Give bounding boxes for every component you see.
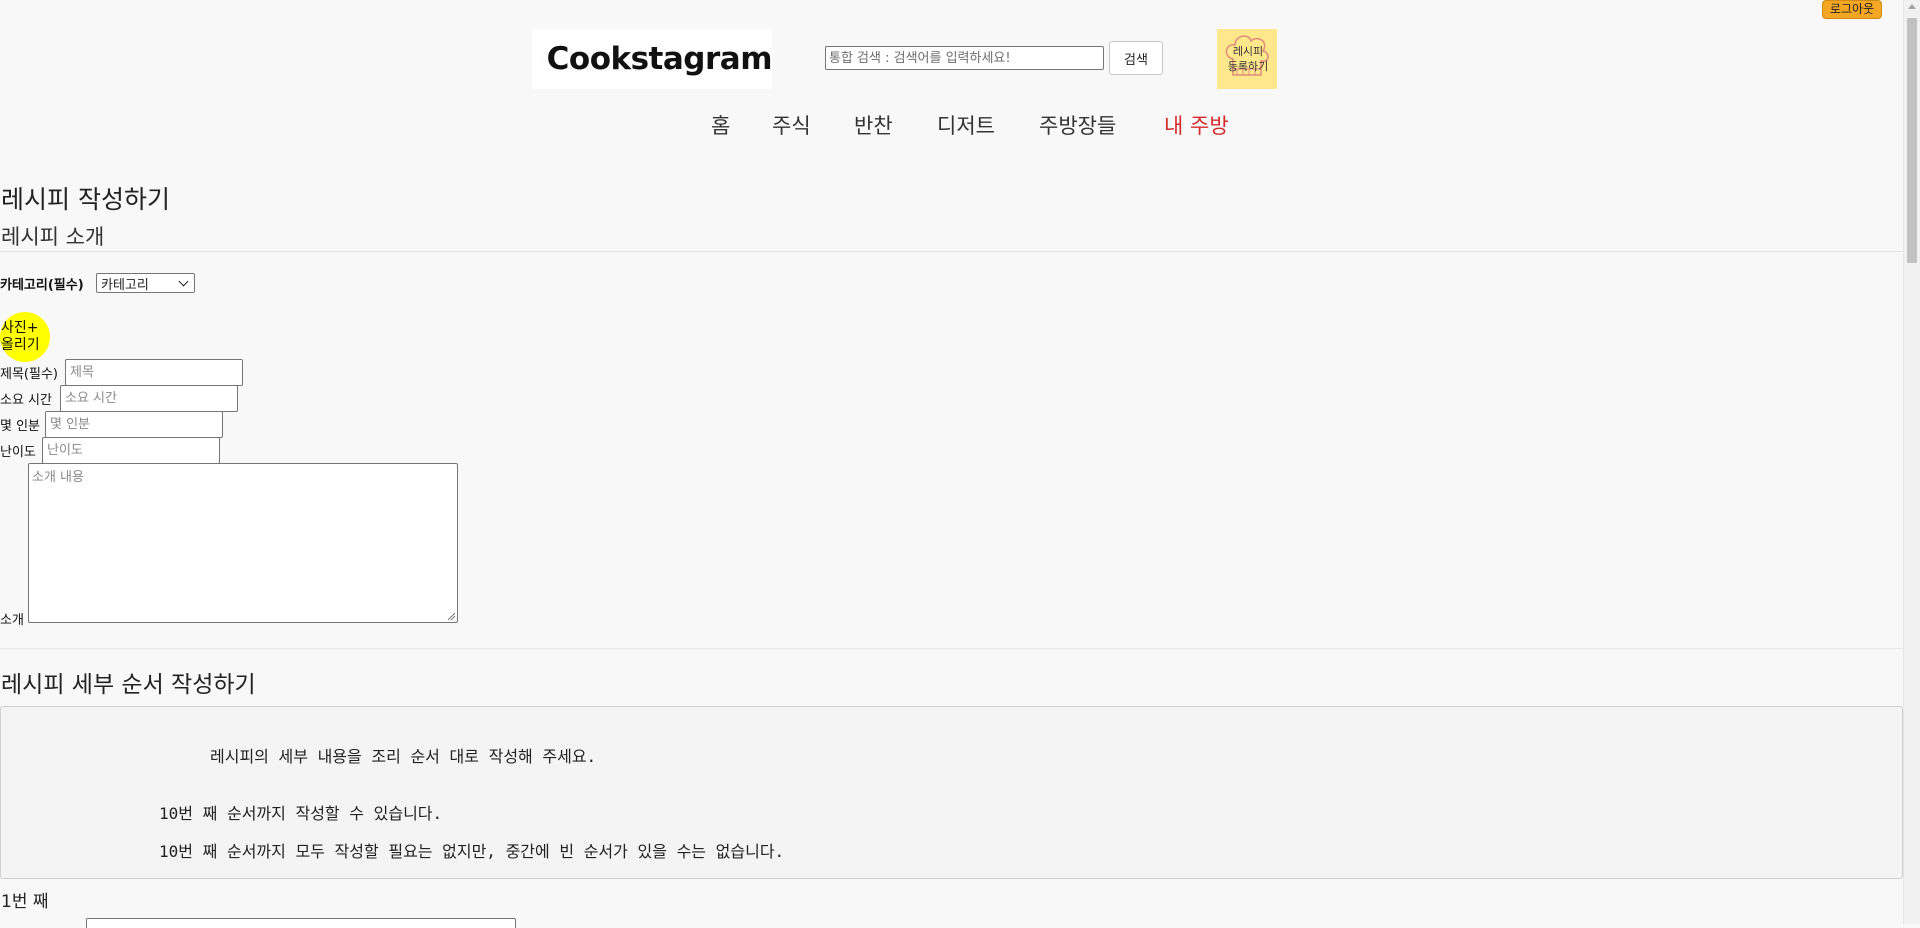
step-1-label: 1번 째 — [1, 887, 49, 912]
register-recipe-button[interactable]: 레시피 등록하기 — [1217, 29, 1277, 89]
step-1-input[interactable] — [86, 918, 516, 928]
nav-item-my-kitchen[interactable]: 내 주방 — [1164, 110, 1229, 140]
fork-spoon-icon — [542, 36, 543, 82]
intro-label: 소개 — [0, 609, 24, 628]
divider — [0, 648, 1903, 649]
difficulty-label: 난이도 — [0, 441, 36, 460]
chevron-down-icon — [179, 276, 189, 286]
search-button[interactable]: 검색 — [1109, 41, 1163, 75]
logo[interactable]: Cookstagram — [532, 29, 772, 89]
register-recipe-label: 레시피 등록하기 — [1221, 44, 1275, 74]
category-label: 카테고리(필수) — [0, 274, 84, 293]
intro-textarea[interactable] — [28, 463, 458, 623]
main-nav: 홈 주식 반찬 디저트 주방장들 내 주방 — [0, 110, 1920, 140]
title-label: 제목(필수) — [0, 363, 58, 382]
servings-label: 몇 인분 — [0, 415, 40, 434]
guide-text: 10번 째 순서까지 작성할 수 있습니다. — [159, 800, 442, 824]
nav-item-dessert[interactable]: 디저트 — [937, 110, 995, 140]
time-input[interactable] — [60, 385, 238, 412]
difficulty-input[interactable] — [42, 437, 220, 464]
nav-item-chefs[interactable]: 주방장들 — [1039, 110, 1116, 140]
logo-text: Cookstagram — [547, 41, 772, 77]
guide-text: 10번 째 순서까지 모두 작성할 필요는 없지만, 중간에 빈 순서가 있을 … — [159, 838, 784, 862]
search-input[interactable] — [825, 46, 1104, 70]
resize-grip-icon[interactable] — [447, 612, 456, 621]
category-selected-value: 카테고리 — [101, 274, 149, 293]
servings-input[interactable] — [45, 411, 223, 438]
steps-guide-box: 레시피의 세부 내용을 조리 순서 대로 작성해 주세요. 10번 째 순서까지… — [0, 706, 1903, 879]
page-scrollbar[interactable] — [1903, 0, 1920, 924]
title-input[interactable] — [65, 359, 243, 386]
page-title: 레시피 작성하기 — [1, 180, 170, 216]
nav-item-home[interactable]: 홈 — [711, 110, 730, 140]
nav-item-main-dish[interactable]: 주식 — [772, 110, 811, 140]
scroll-up-icon[interactable] — [1908, 4, 1916, 9]
guide-text: 레시피의 세부 내용을 조리 순서 대로 작성해 주세요. — [210, 743, 596, 767]
nav-item-side-dish[interactable]: 반찬 — [854, 110, 893, 140]
scrollbar-thumb[interactable] — [1907, 18, 1917, 263]
category-select[interactable]: 카테고리 — [96, 273, 195, 293]
logout-button[interactable]: 로그아웃 — [1822, 0, 1882, 19]
time-label: 소요 시간 — [0, 389, 52, 408]
divider — [0, 251, 1903, 252]
steps-section-title: 레시피 세부 순서 작성하기 — [1, 665, 256, 699]
intro-section-title: 레시피 소개 — [1, 221, 104, 251]
photo-upload-button[interactable]: 사진+ 올리기 — [0, 312, 50, 362]
